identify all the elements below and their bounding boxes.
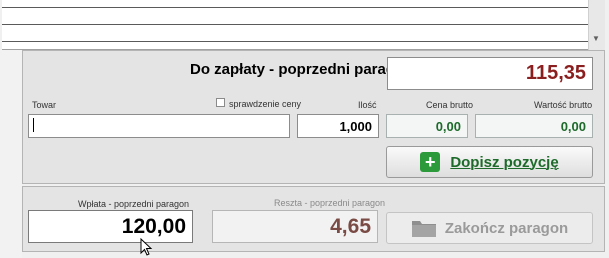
product-label: Towar	[32, 100, 57, 110]
product-input[interactable]	[28, 114, 290, 138]
to-pay-field: 115,35	[387, 57, 593, 90]
mouse-pointer-icon	[140, 238, 153, 256]
receipt-items-list[interactable]	[2, 0, 588, 50]
finish-receipt-button-label: Zakończ paragon	[444, 219, 569, 237]
quantity-value: 1,000	[339, 118, 372, 134]
list-scrollbar[interactable]: ▼	[588, 0, 605, 50]
change-field: 4,65	[212, 210, 378, 243]
quantity-input[interactable]: 1,000	[297, 114, 379, 138]
paid-input[interactable]: 120,00	[28, 210, 193, 243]
paid-label: Wpłata - poprzedni paragon	[78, 199, 190, 209]
finish-receipt-button[interactable]: Zakończ paragon	[386, 212, 593, 244]
change-value: 4,65	[330, 214, 371, 238]
add-item-button[interactable]: + Dopisz pozycję	[386, 146, 593, 178]
folder-icon	[411, 221, 436, 237]
gross-price-value: 0,00	[435, 118, 461, 134]
gross-value-field: 0,00	[475, 114, 593, 138]
text-caret	[33, 118, 34, 132]
paid-value: 120,00	[121, 214, 186, 238]
scroll-down-arrow-icon[interactable]: ▼	[592, 34, 600, 43]
quantity-label: Ilość	[358, 100, 377, 110]
price-check-label: sprawdzenie ceny	[229, 99, 302, 109]
list-row-divider	[2, 7, 588, 8]
to-pay-value: 115,35	[525, 62, 586, 84]
list-row-divider	[2, 41, 588, 42]
plus-icon: +	[420, 152, 441, 172]
gross-value-value: 0,00	[560, 118, 586, 134]
left-margin	[0, 50, 22, 258]
price-check-checkbox[interactable]	[216, 98, 225, 107]
change-label: Reszta - poprzedni paragon	[274, 198, 386, 208]
gross-price-field: 0,00	[386, 114, 468, 138]
add-item-button-label: Dopisz pozycję	[450, 153, 559, 171]
gross-price-label: Cena brutto	[426, 100, 474, 110]
gross-value-label: Wartość brutto	[534, 100, 593, 110]
to-pay-label: Do zapłaty - poprzedni paragon	[190, 61, 414, 78]
list-row-divider	[2, 24, 588, 25]
